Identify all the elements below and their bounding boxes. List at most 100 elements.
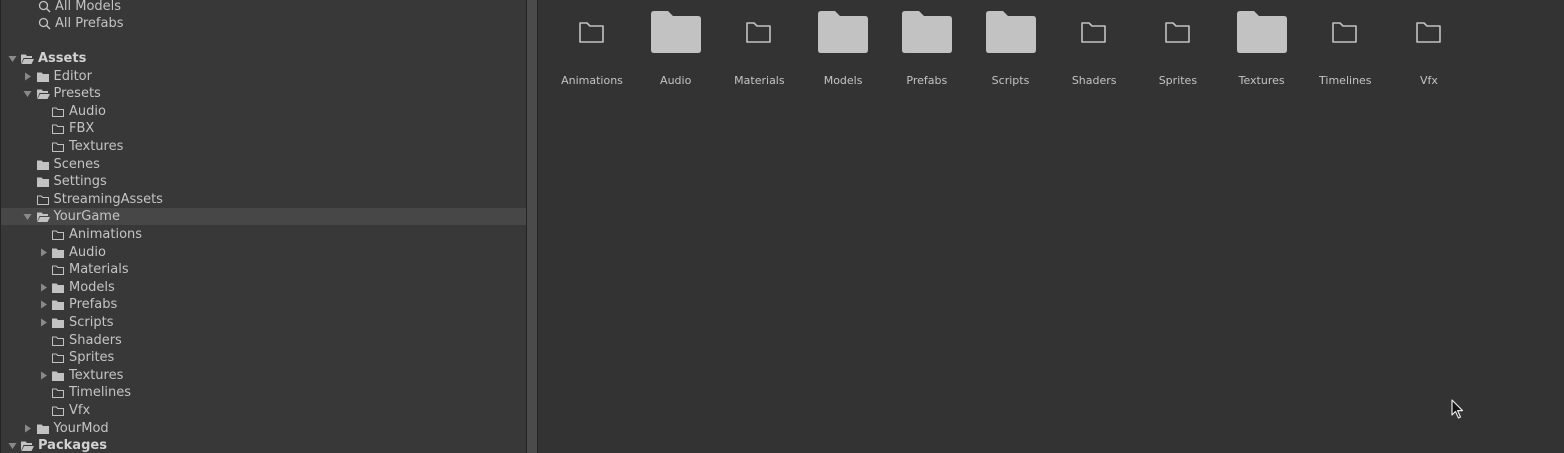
folder-empty-icon	[52, 124, 64, 134]
asset-tile-label: Timelines	[1319, 74, 1372, 87]
folder-empty-icon	[1416, 22, 1441, 43]
foldout-collapsed-icon[interactable]	[37, 314, 49, 331]
asset-tile-prefabs[interactable]: Prefabs	[885, 8, 969, 88]
asset-tile-label: Audio	[660, 74, 692, 87]
tree-item-label: YourMod	[53, 421, 109, 436]
asset-tile-audio[interactable]: Audio	[634, 8, 718, 88]
tree-item-label: Textures	[69, 368, 124, 383]
tree-item-streamingassets[interactable]: StreamingAssets	[1, 191, 526, 208]
folder-open-icon	[36, 212, 50, 222]
asset-tile-shaders[interactable]: Shaders	[1052, 8, 1136, 88]
foldout-expanded-icon[interactable]	[6, 437, 18, 453]
foldout-expanded-icon[interactable]	[6, 50, 18, 67]
tree-item-settings[interactable]: Settings	[1, 173, 526, 190]
foldout-collapsed-icon[interactable]	[22, 420, 34, 437]
asset-tile-textures[interactable]: Textures	[1220, 8, 1304, 88]
tree-item-label: Packages	[38, 438, 107, 453]
folder-filled-icon	[52, 318, 64, 328]
tree-item-label: Sprites	[69, 350, 115, 365]
tree-item-packages[interactable]: Packages	[1, 437, 526, 453]
tree-item-label: FBX	[69, 121, 95, 136]
asset-tile-models[interactable]: Models	[801, 8, 885, 88]
tree-item-label: Timelines	[69, 385, 132, 400]
asset-tile-label: Vfx	[1420, 74, 1438, 87]
asset-tile-label: Materials	[734, 74, 785, 87]
tree-item-label: StreamingAssets	[53, 192, 163, 207]
asset-tile-materials[interactable]: Materials	[717, 8, 801, 88]
tree-item-textures[interactable]: Textures	[1, 367, 526, 384]
favorite-item-all-models[interactable]: All Models	[1, 0, 526, 15]
tree-item-vfx[interactable]: Vfx	[1, 402, 526, 419]
asset-tile-label: Sprites	[1158, 74, 1198, 87]
favorite-item-all-prefabs[interactable]: All Prefabs	[1, 15, 526, 32]
tree-item-label: Prefabs	[69, 297, 118, 312]
tree-item-yourgame[interactable]: YourGame	[1, 208, 526, 225]
tree-item-scenes[interactable]: Scenes	[1, 156, 526, 173]
asset-tile-animations[interactable]: Animations	[550, 8, 634, 88]
folder-filled-icon	[52, 283, 64, 293]
tree-item-audio[interactable]: Audio	[1, 244, 526, 261]
folder-filled-icon	[1236, 11, 1287, 53]
foldout-spacer	[37, 402, 49, 419]
asset-tile-label: Prefabs	[906, 74, 948, 87]
foldout-collapsed-icon[interactable]	[37, 296, 49, 313]
asset-tile-vfx[interactable]: Vfx	[1387, 8, 1471, 88]
folder-empty-icon	[52, 230, 64, 240]
tree-item-label: Audio	[69, 245, 106, 260]
tree-item-label: Assets	[38, 51, 87, 66]
tree-item-animations[interactable]: Animations	[1, 226, 526, 243]
asset-tile-label: Animations	[561, 74, 623, 87]
tree-item-prefabs[interactable]: Prefabs	[1, 296, 526, 313]
tree-item-yourmod[interactable]: YourMod	[1, 420, 526, 437]
tree-item-label: Animations	[69, 227, 143, 242]
asset-tile-sprites[interactable]: Sprites	[1136, 8, 1220, 88]
folder-filled-icon	[52, 300, 64, 310]
tree-item-sprites[interactable]: Sprites	[1, 349, 526, 366]
asset-tile-timelines[interactable]: Timelines	[1303, 8, 1387, 88]
foldout-spacer	[37, 103, 49, 120]
tree-item-label: Editor	[53, 69, 92, 84]
mouse-cursor-icon	[1451, 399, 1464, 419]
foldout-collapsed-icon[interactable]	[37, 367, 49, 384]
foldout-spacer	[22, 173, 34, 190]
tree-item-scripts[interactable]: Scripts	[1, 314, 526, 331]
folder-filled-icon	[52, 371, 64, 381]
folder-empty-icon	[52, 107, 64, 117]
foldout-collapsed-icon[interactable]	[37, 279, 49, 296]
folder-open-icon	[21, 441, 34, 451]
folder-empty-icon	[52, 336, 64, 346]
folder-filled-icon	[901, 11, 952, 53]
folder-filled-icon	[36, 72, 49, 82]
tree-item-label: Settings	[53, 174, 107, 189]
asset-tile-label: Shaders	[1071, 74, 1117, 87]
folder-empty-icon	[1332, 22, 1358, 43]
tree-item-audio[interactable]: Audio	[1, 103, 526, 120]
tree-item-timelines[interactable]: Timelines	[1, 384, 526, 401]
foldout-expanded-icon[interactable]	[22, 85, 34, 102]
foldout-spacer	[37, 226, 49, 243]
tree-item-shaders[interactable]: Shaders	[1, 332, 526, 349]
tree-item-materials[interactable]: Materials	[1, 261, 526, 278]
asset-tile-scripts[interactable]: Scripts	[969, 8, 1053, 88]
tree-item-models[interactable]: Models	[1, 279, 526, 296]
folder-filled-icon	[36, 177, 49, 187]
folder-empty-icon	[1081, 22, 1106, 43]
tree-item-fbx[interactable]: FBX	[1, 120, 526, 137]
tree-item-editor[interactable]: Editor	[1, 68, 526, 85]
foldout-spacer	[37, 120, 49, 137]
folder-empty-icon	[52, 265, 64, 275]
folder-empty-icon	[52, 388, 64, 398]
foldout-collapsed-icon[interactable]	[22, 68, 34, 85]
folder-empty-icon	[579, 22, 604, 43]
folder-filled-icon	[36, 160, 49, 170]
tree-item-textures[interactable]: Textures	[1, 138, 526, 155]
foldout-spacer	[22, 191, 34, 208]
foldout-expanded-icon[interactable]	[22, 208, 34, 225]
panel-splitter[interactable]	[526, 0, 538, 453]
foldout-collapsed-icon[interactable]	[37, 244, 49, 261]
asset-tile-label: Scripts	[991, 74, 1030, 87]
asset-tile-label: Textures	[1238, 74, 1285, 87]
favorite-label: All Prefabs	[55, 16, 124, 31]
tree-item-assets[interactable]: Assets	[1, 50, 526, 67]
tree-item-presets[interactable]: Presets	[1, 85, 526, 102]
